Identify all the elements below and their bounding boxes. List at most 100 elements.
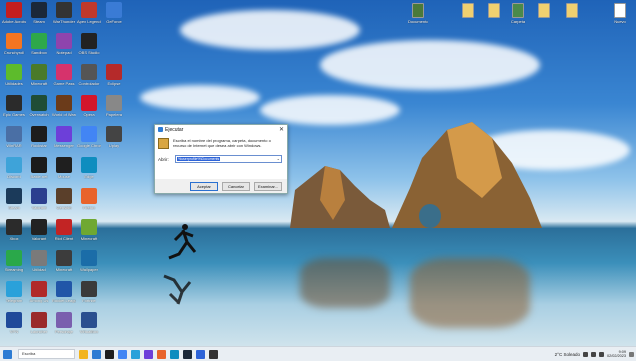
desktop-icon[interactable]: Valorant xyxy=(27,188,51,218)
desktop-icon-label: Messenger xyxy=(54,144,74,148)
taskbar-app-icon[interactable] xyxy=(196,349,205,359)
desktop-icon[interactable]: Edge xyxy=(77,157,101,187)
desktop-icon[interactable]: Minecraft xyxy=(27,64,51,94)
desktop-icon[interactable]: Papelera xyxy=(102,95,126,125)
app-icon xyxy=(81,157,97,173)
taskbar-app-icon[interactable] xyxy=(79,349,88,359)
taskbar-app-icon[interactable] xyxy=(144,349,153,359)
taskbar-app-icon[interactable] xyxy=(170,349,179,359)
app-icon xyxy=(56,219,72,235)
network-icon[interactable] xyxy=(590,351,596,357)
weather-widget[interactable]: 2°C Soleado xyxy=(555,352,580,357)
desktop-icon[interactable]: Rocket League xyxy=(52,281,76,311)
desktop-icon[interactable]: Utilidad xyxy=(27,250,51,280)
desktop-icon[interactable]: WarThunder xyxy=(52,2,76,32)
desktop-file-icon[interactable] xyxy=(562,3,582,29)
desktop-icon[interactable]: Controlador xyxy=(77,64,101,94)
desktop-icon[interactable]: VPN xyxy=(2,312,26,342)
windows-start-icon[interactable] xyxy=(3,349,12,359)
desktop-icon[interactable]: Messenger xyxy=(52,126,76,156)
desktop-icon[interactable]: Rockstar xyxy=(27,126,51,156)
cloud xyxy=(180,10,360,50)
desktop-icon[interactable]: Battle.net xyxy=(27,157,51,187)
desktop-icon[interactable]: Steam xyxy=(27,2,51,32)
desktop-icon[interactable]: Streaming xyxy=(2,250,26,280)
desktop-icon[interactable]: WinRAR xyxy=(2,126,26,156)
run-icon xyxy=(158,127,163,132)
desktop-file-icon[interactable] xyxy=(458,3,478,29)
system-tray: 2°C Soleado 9:09 02/02/2023 xyxy=(555,347,634,361)
desktop-icon[interactable]: Adobe Acrobat xyxy=(2,2,26,32)
desktop-icon[interactable]: Valorant xyxy=(27,219,51,249)
rock-reflection xyxy=(300,258,390,308)
taskbar-app-icon[interactable] xyxy=(118,349,127,359)
clock[interactable]: 9:09 02/02/2023 xyxy=(607,350,626,359)
desktop-icon[interactable]: Steam xyxy=(2,188,26,218)
taskbar-app-icon[interactable] xyxy=(209,349,218,359)
desktop-icon-label: Epic Games xyxy=(3,113,25,117)
desktop-icon[interactable]: Telegram xyxy=(2,281,26,311)
taskbar-app-icon[interactable] xyxy=(92,349,101,359)
open-input[interactable]: %userprofile%\Documents ⌄ xyxy=(175,155,282,163)
desktop-icon[interactable]: Personaje xyxy=(52,312,76,342)
chevron-up-icon[interactable] xyxy=(582,351,588,357)
open-input-value: %userprofile%\Documents xyxy=(177,157,221,161)
desktop-icon[interactable]: Firefox xyxy=(77,188,101,218)
close-icon[interactable]: ✕ xyxy=(279,126,284,133)
desktop-icon[interactable]: Mouse xyxy=(52,157,76,187)
app-icon xyxy=(6,312,22,328)
desktop-icon[interactable]: Notepad xyxy=(52,33,76,63)
desktop-icon[interactable]: OBS Studio xyxy=(77,33,101,63)
desktop-icon[interactable]: Fortnite xyxy=(77,281,101,311)
desktop-icon[interactable]: Riot Client xyxy=(52,219,76,249)
desktop-file-icon[interactable]: Nuevo xyxy=(610,3,630,29)
browse-button[interactable]: Examinar... xyxy=(254,181,282,191)
desktop-icon[interactable]: Overwatch xyxy=(27,95,51,125)
desktop-icon-label: World of Warcraft xyxy=(52,113,76,117)
taskbar-app-icon[interactable] xyxy=(131,349,140,359)
desktop-icon[interactable]: Discord xyxy=(2,157,26,187)
desktop-file-icon[interactable]: Documento xyxy=(408,3,428,29)
notifications-icon[interactable] xyxy=(629,351,634,357)
desktop-icon[interactable]: Minecraft xyxy=(52,250,76,280)
desktop-icon[interactable]: Epic Games xyxy=(2,95,26,125)
desktop-icon-label: Launcher xyxy=(30,330,48,334)
ok-button[interactable]: Aceptar xyxy=(190,181,218,191)
desktop-icon[interactable]: Google Chrome xyxy=(77,126,101,156)
desktop-icon[interactable]: Crunchyroll xyxy=(2,33,26,63)
desktop-icon[interactable]: Opera xyxy=(77,95,101,125)
app-icon xyxy=(56,250,72,266)
desktop-icon[interactable]: Game Pass xyxy=(52,64,76,94)
desktop-icon[interactable]: Apex Legends xyxy=(77,2,101,32)
taskbar-app-icon[interactable] xyxy=(183,349,192,359)
desktop-icon-label: Overwatch xyxy=(29,113,49,117)
desktop-icon[interactable]: Launcher xyxy=(27,312,51,342)
desktop-icon[interactable]: Utilidades xyxy=(2,64,26,94)
desktop-icon[interactable]: VirtualBox xyxy=(77,312,101,342)
desktop-icon[interactable]: Eclipse xyxy=(102,64,126,94)
taskbar-app-icon[interactable] xyxy=(105,349,114,359)
desktop-icon-label: Riot Client xyxy=(54,237,74,241)
desktop-icon[interactable]: Uplay xyxy=(102,126,126,156)
chevron-down-icon[interactable]: ⌄ xyxy=(277,156,280,161)
desktop-file-icon[interactable] xyxy=(484,3,504,29)
desktop-file-icon[interactable]: Carpeta xyxy=(508,3,528,29)
desktop-icon[interactable]: Wallpaper xyxy=(77,250,101,280)
desktop-file-icon[interactable] xyxy=(534,3,554,29)
desktop-icon[interactable]: Among Us xyxy=(27,281,51,311)
desktop-icon[interactable]: Minecraft xyxy=(77,219,101,249)
cancel-button[interactable]: Cancelar xyxy=(222,181,250,191)
desktop-icon[interactable]: World of Warcraft xyxy=(52,95,76,125)
app-icon xyxy=(31,95,47,111)
app-icon xyxy=(31,64,47,80)
desktop-icon[interactable]: Sandbox xyxy=(27,33,51,63)
desktop-icon-label: Steam xyxy=(33,20,45,24)
taskbar-search-input[interactable]: Escriba xyxy=(18,349,75,359)
dialog-titlebar[interactable]: Ejecutar ✕ xyxy=(155,125,287,134)
desktop-icon[interactable]: Genshin xyxy=(52,188,76,218)
taskbar-app-icon[interactable] xyxy=(157,349,166,359)
desktop-icon[interactable]: Xbox xyxy=(2,219,26,249)
desktop-icon[interactable]: GeForce xyxy=(102,2,126,32)
desktop-icon-label: VPN xyxy=(9,330,19,334)
volume-icon[interactable] xyxy=(598,351,604,357)
